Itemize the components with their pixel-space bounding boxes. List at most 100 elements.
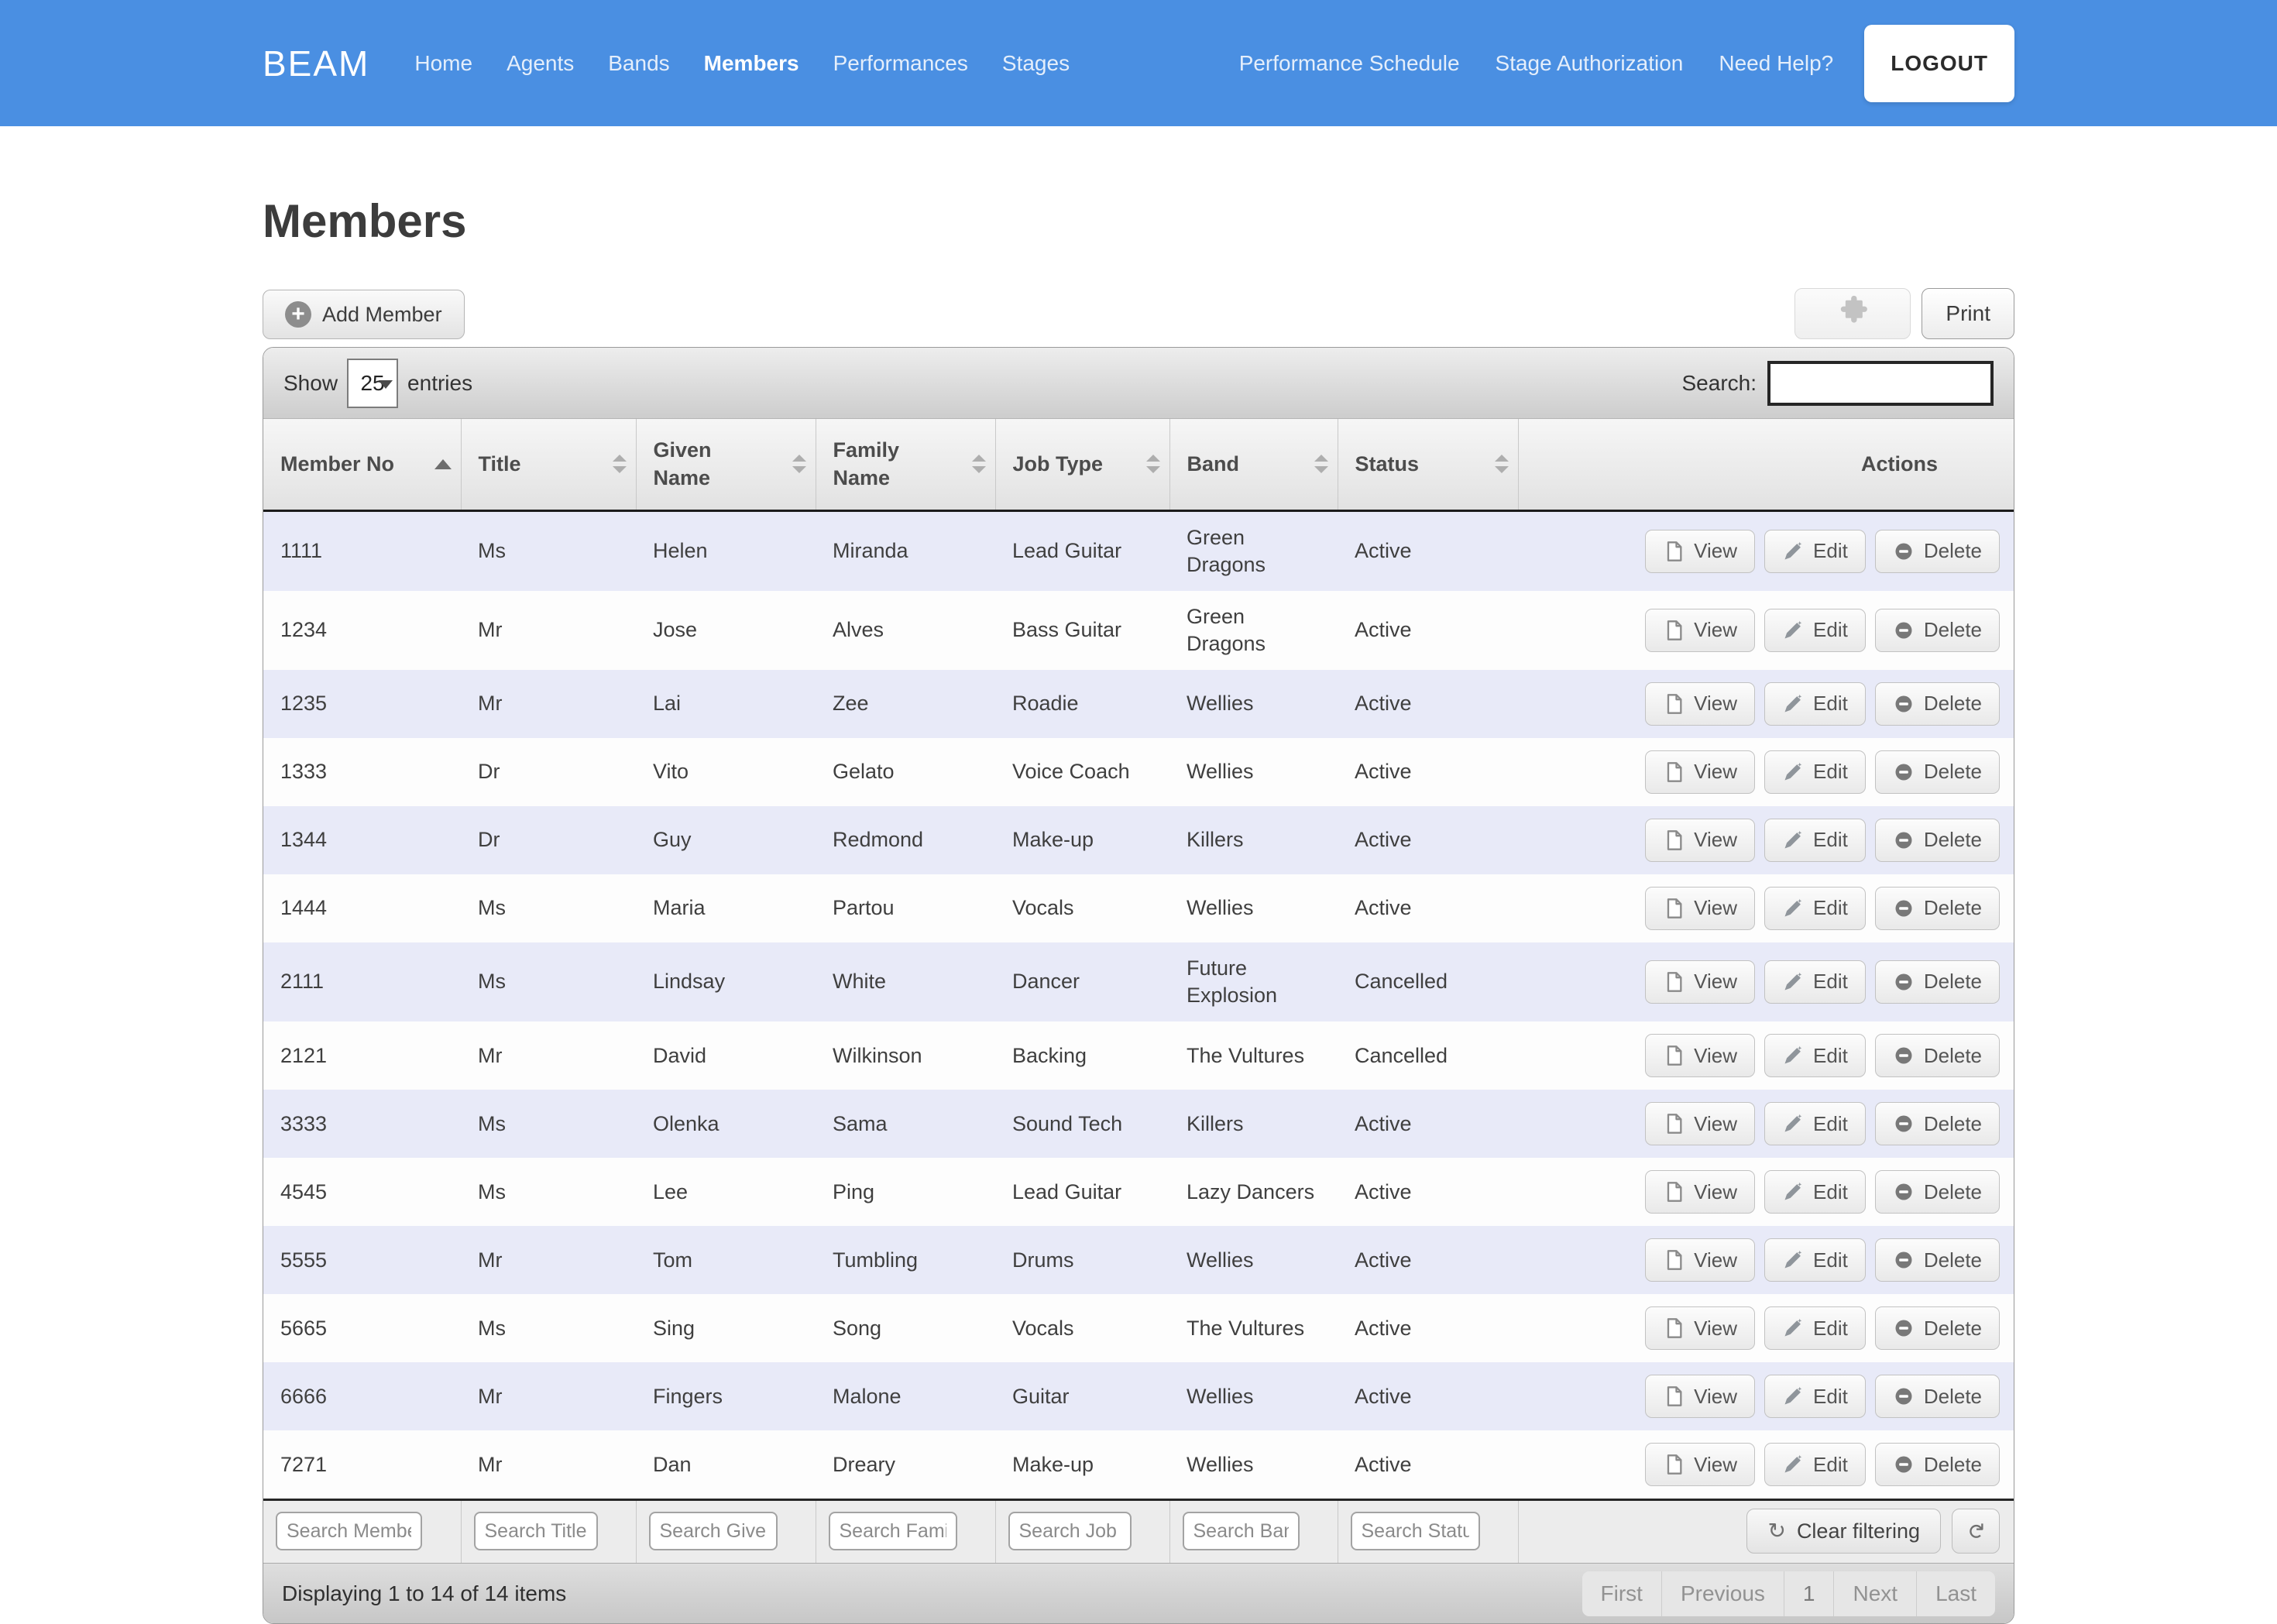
column-header-job-type[interactable]: Job Type	[995, 419, 1169, 510]
add-member-button[interactable]: + Add Member	[263, 290, 465, 339]
cell-status: Active	[1338, 510, 1518, 591]
document-icon	[1663, 693, 1685, 715]
view-button[interactable]: View	[1645, 1102, 1755, 1145]
members-table-widget: Show 25 entries Search: Member NoTitleGi…	[263, 347, 2014, 1624]
minus-circle-icon	[1893, 761, 1915, 783]
delete-button[interactable]: Delete	[1875, 960, 2000, 1004]
pagination-last[interactable]: Last	[1916, 1571, 1995, 1616]
edit-button[interactable]: Edit	[1764, 609, 1866, 652]
clear-filtering-button[interactable]: ↻Clear filtering	[1746, 1509, 1941, 1554]
nav-item-stages[interactable]: Stages	[1002, 51, 1070, 76]
edit-button[interactable]: Edit	[1764, 1443, 1866, 1486]
sort-both-icon	[1146, 455, 1160, 473]
edit-button[interactable]: Edit	[1764, 1170, 1866, 1214]
edit-button[interactable]: Edit	[1764, 1102, 1866, 1145]
brand-logo[interactable]: BEAM	[263, 43, 369, 84]
view-button[interactable]: View	[1645, 819, 1755, 862]
column-header-family-name[interactable]: Family Name	[816, 419, 995, 510]
reload-table-button[interactable]: ↻	[1952, 1509, 2000, 1554]
delete-button[interactable]: Delete	[1875, 609, 2000, 652]
table-footer-bar: Displaying 1 to 14 of 14 items FirstPrev…	[263, 1563, 2014, 1623]
delete-button[interactable]: Delete	[1875, 530, 2000, 573]
nav-item-agents[interactable]: Agents	[507, 51, 574, 76]
delete-button[interactable]: Delete	[1875, 1443, 2000, 1486]
view-button[interactable]: View	[1645, 682, 1755, 726]
filter-input-band[interactable]	[1183, 1512, 1300, 1550]
logout-button[interactable]: LOGOUT	[1864, 25, 2014, 102]
column-header-status[interactable]: Status	[1338, 419, 1518, 510]
nav-item-members[interactable]: Members	[704, 51, 799, 76]
cell-member-no: 1234	[263, 591, 461, 670]
filter-input-family-name[interactable]	[829, 1512, 957, 1550]
cell-status: Active	[1338, 1294, 1518, 1362]
filter-input-status[interactable]	[1351, 1512, 1480, 1550]
column-header-given-name[interactable]: Given Name	[636, 419, 816, 510]
filter-input-member-no[interactable]	[276, 1512, 422, 1550]
cell-given-name: Jose	[636, 591, 816, 670]
cell-title: Mr	[461, 1226, 636, 1294]
plugin-button[interactable]	[1794, 288, 1911, 339]
pencil-icon	[1782, 541, 1804, 562]
view-button[interactable]: View	[1645, 1170, 1755, 1214]
cell-member-no: 7271	[263, 1430, 461, 1500]
pagination-next[interactable]: Next	[1833, 1571, 1916, 1616]
cell-actions: ViewEditDelete	[1518, 1430, 2014, 1500]
filter-input-title[interactable]	[474, 1512, 598, 1550]
pagination-1[interactable]: 1	[1784, 1571, 1834, 1616]
view-button[interactable]: View	[1645, 1306, 1755, 1350]
nav-item-bands[interactable]: Bands	[608, 51, 669, 76]
nav-item-performances[interactable]: Performances	[833, 51, 968, 76]
filter-input-given-name[interactable]	[649, 1512, 778, 1550]
pagination-previous[interactable]: Previous	[1661, 1571, 1784, 1616]
page-size-select[interactable]: 25	[347, 359, 398, 408]
delete-button[interactable]: Delete	[1875, 1170, 2000, 1214]
delete-button[interactable]: Delete	[1875, 819, 2000, 862]
document-icon	[1663, 1181, 1685, 1203]
delete-button[interactable]: Delete	[1875, 1375, 2000, 1418]
view-button[interactable]: View	[1645, 960, 1755, 1004]
edit-button[interactable]: Edit	[1764, 1306, 1866, 1350]
delete-button[interactable]: Delete	[1875, 1034, 2000, 1077]
column-header-title[interactable]: Title	[461, 419, 636, 510]
pagination-first[interactable]: First	[1582, 1571, 1661, 1616]
edit-button[interactable]: Edit	[1764, 682, 1866, 726]
edit-button[interactable]: Edit	[1764, 887, 1866, 930]
delete-button[interactable]: Delete	[1875, 1306, 2000, 1350]
print-button[interactable]: Print	[1922, 288, 2014, 339]
edit-button[interactable]: Edit	[1764, 960, 1866, 1004]
cell-status: Active	[1338, 738, 1518, 806]
table-search-input[interactable]	[1767, 361, 1994, 406]
view-button[interactable]: View	[1645, 1238, 1755, 1282]
edit-button[interactable]: Edit	[1764, 819, 1866, 862]
column-header-band[interactable]: Band	[1169, 419, 1338, 510]
nav-item-need-help[interactable]: Need Help?	[1719, 51, 1833, 76]
view-button[interactable]: View	[1645, 1443, 1755, 1486]
cell-job-type: Backing	[995, 1021, 1169, 1090]
view-button[interactable]: View	[1645, 609, 1755, 652]
pencil-icon	[1782, 1385, 1804, 1407]
filter-input-job-type[interactable]	[1008, 1512, 1132, 1550]
delete-button[interactable]: Delete	[1875, 1238, 2000, 1282]
delete-button[interactable]: Delete	[1875, 887, 2000, 930]
nav-item-stage-authorization[interactable]: Stage Authorization	[1496, 51, 1684, 76]
view-button[interactable]: View	[1645, 750, 1755, 794]
edit-button[interactable]: Edit	[1764, 1238, 1866, 1282]
filter-cell-given-name	[636, 1500, 816, 1564]
cell-family-name: Redmond	[816, 806, 995, 874]
delete-button[interactable]: Delete	[1875, 682, 2000, 726]
nav-item-home[interactable]: Home	[414, 51, 472, 76]
view-button[interactable]: View	[1645, 1375, 1755, 1418]
edit-button[interactable]: Edit	[1764, 750, 1866, 794]
edit-button[interactable]: Edit	[1764, 1034, 1866, 1077]
nav-item-performance-schedule[interactable]: Performance Schedule	[1239, 51, 1460, 76]
view-button[interactable]: View	[1645, 530, 1755, 573]
view-button[interactable]: View	[1645, 1034, 1755, 1077]
view-button[interactable]: View	[1645, 887, 1755, 930]
cell-family-name: Tumbling	[816, 1226, 995, 1294]
delete-button[interactable]: Delete	[1875, 1102, 2000, 1145]
sort-both-icon	[1495, 455, 1509, 473]
edit-button[interactable]: Edit	[1764, 530, 1866, 573]
column-header-member-no[interactable]: Member No	[263, 419, 461, 510]
delete-button[interactable]: Delete	[1875, 750, 2000, 794]
edit-button[interactable]: Edit	[1764, 1375, 1866, 1418]
